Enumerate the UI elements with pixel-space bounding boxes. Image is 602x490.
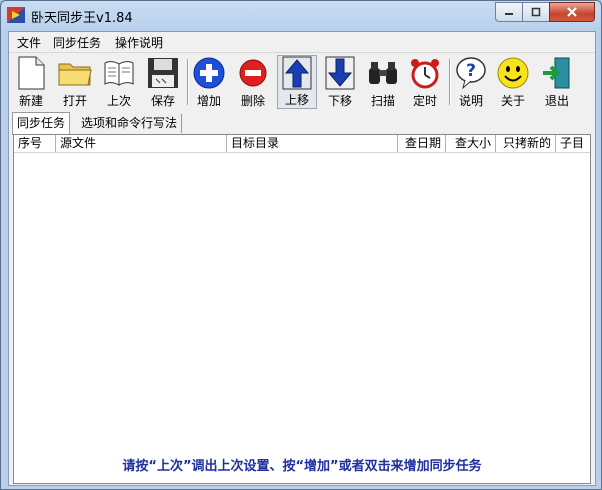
maximize-button[interactable] [522,2,549,22]
move-up-button[interactable]: 上移 [277,55,317,109]
maximize-icon [531,7,541,17]
alarm-clock-icon [411,59,439,89]
timer-label: 定时 [412,94,437,108]
menu-sync-task[interactable]: 同步任务 [53,34,101,51]
toolbar-separator [187,59,189,105]
minimize-button[interactable] [495,2,522,22]
tab-sync-tasks[interactable]: 同步任务 [12,112,71,135]
scan-label: 扫描 [370,94,395,108]
open-label: 打开 [62,94,87,108]
scan-button[interactable]: 扫描 [365,55,401,109]
tab-options-cmdline[interactable]: 选项和命令行写法 [77,114,183,133]
svg-text:?: ? [466,61,476,81]
about-button[interactable]: 关于 [495,55,531,109]
menu-file[interactable]: 文件 [17,34,41,51]
window-title: 卧天同步王v1.84 [31,11,133,26]
last-label: 上次 [106,94,131,108]
arrow-up-icon [282,56,312,90]
delete-label: 删除 [240,94,265,108]
smiley-icon [497,57,529,89]
close-button[interactable] [549,2,595,22]
app-window: 卧天同步王v1.84 文件 同步任务 操作说明 新建 打开 上次 保存 增加 删… [0,0,602,490]
hint-text: 请按“上次”调出上次设置、按“增加”或者双击来增加同步任务 [122,459,482,474]
add-label: 增加 [196,94,221,108]
open-button[interactable]: 打开 [57,55,93,109]
table-header: 序号 源文件 目标目录 查日期 查大小 只拷新的 子目 [14,135,590,153]
plus-circle-icon [193,57,225,89]
task-list-panel: 序号 源文件 目标目录 查日期 查大小 只拷新的 子目 请按“上次”调出上次设置… [13,134,591,484]
menu-help[interactable]: 操作说明 [115,34,163,51]
column-header-source[interactable]: 源文件 [56,135,227,152]
new-button[interactable]: 新建 [13,55,49,109]
minus-circle-icon [239,59,267,87]
floppy-disk-icon [148,58,178,88]
timer-button[interactable]: 定时 [407,55,443,109]
new-file-icon [18,56,45,90]
save-label: 保存 [150,94,175,108]
arrow-down-icon [325,56,355,90]
move-up-label: 上移 [284,93,309,107]
save-button[interactable]: 保存 [145,55,181,109]
delete-button[interactable]: 删除 [235,55,271,109]
book-icon [104,61,134,86]
question-balloon-icon: ? [456,57,486,90]
toolbar: 新建 打开 上次 保存 增加 删除 上移 下移 扫描 定时 ? 说明 关于 退出 [9,52,595,111]
last-button[interactable]: 上次 [101,55,137,109]
app-icon [7,7,25,23]
tab-strip: 同步任务 选项和命令行写法 [9,112,595,135]
move-down-button[interactable]: 下移 [321,55,359,109]
about-label: 关于 [500,94,525,108]
column-header-check-size[interactable]: 查大小 [446,135,496,152]
move-down-label: 下移 [327,94,352,108]
column-header-index[interactable]: 序号 [14,135,56,152]
exit-door-icon [543,57,570,89]
column-header-check-date[interactable]: 查日期 [398,135,446,152]
title-bar[interactable]: 卧天同步王v1.84 [1,1,601,31]
exit-button[interactable]: 退出 [539,55,575,109]
column-header-subdir[interactable]: 子目 [556,135,590,152]
help-button[interactable]: ? 说明 [453,55,489,109]
folder-icon [58,63,92,86]
client-area: 文件 同步任务 操作说明 新建 打开 上次 保存 增加 删除 上移 下移 扫描 … [8,31,596,486]
column-header-copy-newer[interactable]: 只拷新的 [496,135,556,152]
add-button[interactable]: 增加 [191,55,227,109]
window-controls [495,2,595,22]
help-label: 说明 [458,94,483,108]
toolbar-separator [449,59,451,105]
binoculars-icon [369,62,397,84]
exit-label: 退出 [544,94,569,108]
column-header-target[interactable]: 目标目录 [227,135,398,152]
minimize-icon [505,13,513,15]
new-label: 新建 [18,94,43,108]
menu-bar: 文件 同步任务 操作说明 [9,32,595,51]
close-icon [567,7,577,17]
